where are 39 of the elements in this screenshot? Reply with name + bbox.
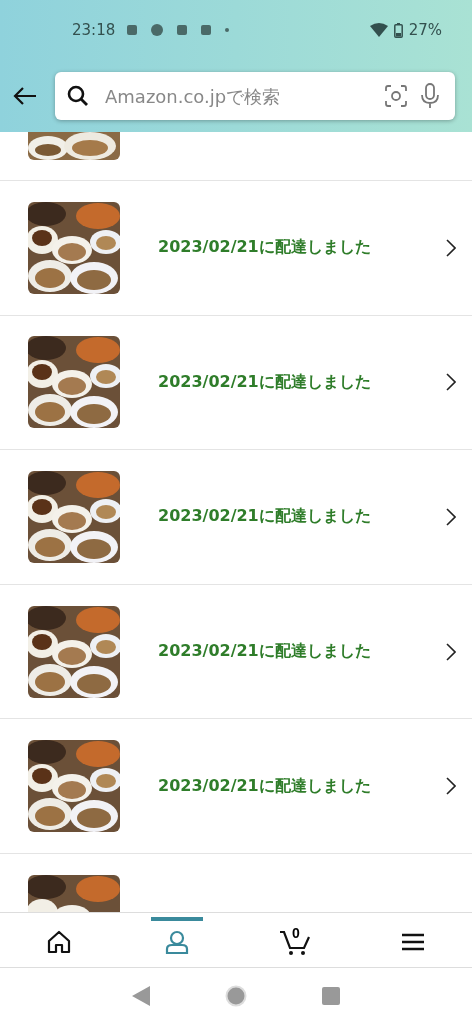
notification-icon (127, 25, 138, 35)
chevron-right-icon (446, 777, 456, 796)
order-row[interactable]: 2023/02/21に配達しました (0, 450, 472, 585)
cart-tab[interactable]: 0 (236, 913, 354, 967)
order-row[interactable]: 2023/02/21に配達しました (0, 584, 472, 720)
delivery-status: 2023/02/21に配達しました (158, 506, 372, 528)
status-time: 23:18 (72, 21, 116, 39)
search-bar[interactable]: Amazon.co.jpで検索 (55, 72, 455, 120)
notification-icon (151, 24, 164, 36)
chevron-right-icon (446, 373, 456, 392)
notification-icon (201, 25, 212, 35)
home-button-icon[interactable] (225, 985, 247, 1007)
home-icon (47, 930, 71, 954)
chevron-right-icon (446, 238, 456, 257)
cart-count: 0 (292, 925, 300, 941)
dot-icon (225, 28, 230, 32)
menu-icon (402, 933, 424, 951)
recents-icon[interactable] (321, 987, 340, 1005)
microphone-icon[interactable] (421, 83, 439, 109)
back-arrow-icon[interactable] (13, 87, 37, 105)
search-icon (67, 85, 89, 107)
delivery-status: 2023/02/21に配達しました (158, 371, 372, 393)
camera-icon[interactable] (385, 85, 407, 107)
notification-icon (177, 25, 188, 35)
chevron-right-icon (446, 642, 456, 661)
back-icon[interactable] (132, 986, 151, 1006)
cart-icon (279, 929, 311, 955)
order-row[interactable]: 2023/02/21に配達しました (0, 719, 472, 854)
order-row[interactable]: 2023/02/21に配達しました (0, 315, 472, 451)
search-field[interactable]: Amazon.co.jpで検索 (103, 84, 371, 108)
delivery-status: 2023/02/21に配達しました (158, 775, 372, 797)
delivery-status: 2023/02/21に配達しました (158, 641, 372, 663)
user-icon (165, 930, 189, 954)
delivery-status: 2023/02/21に配達しました (158, 237, 372, 259)
chevron-right-icon (446, 508, 456, 526)
wifi-icon (369, 23, 388, 37)
battery-level: 27% (408, 21, 442, 39)
battery-icon (393, 22, 403, 38)
order-row[interactable]: 2023/02/21に配達しました (0, 181, 472, 316)
